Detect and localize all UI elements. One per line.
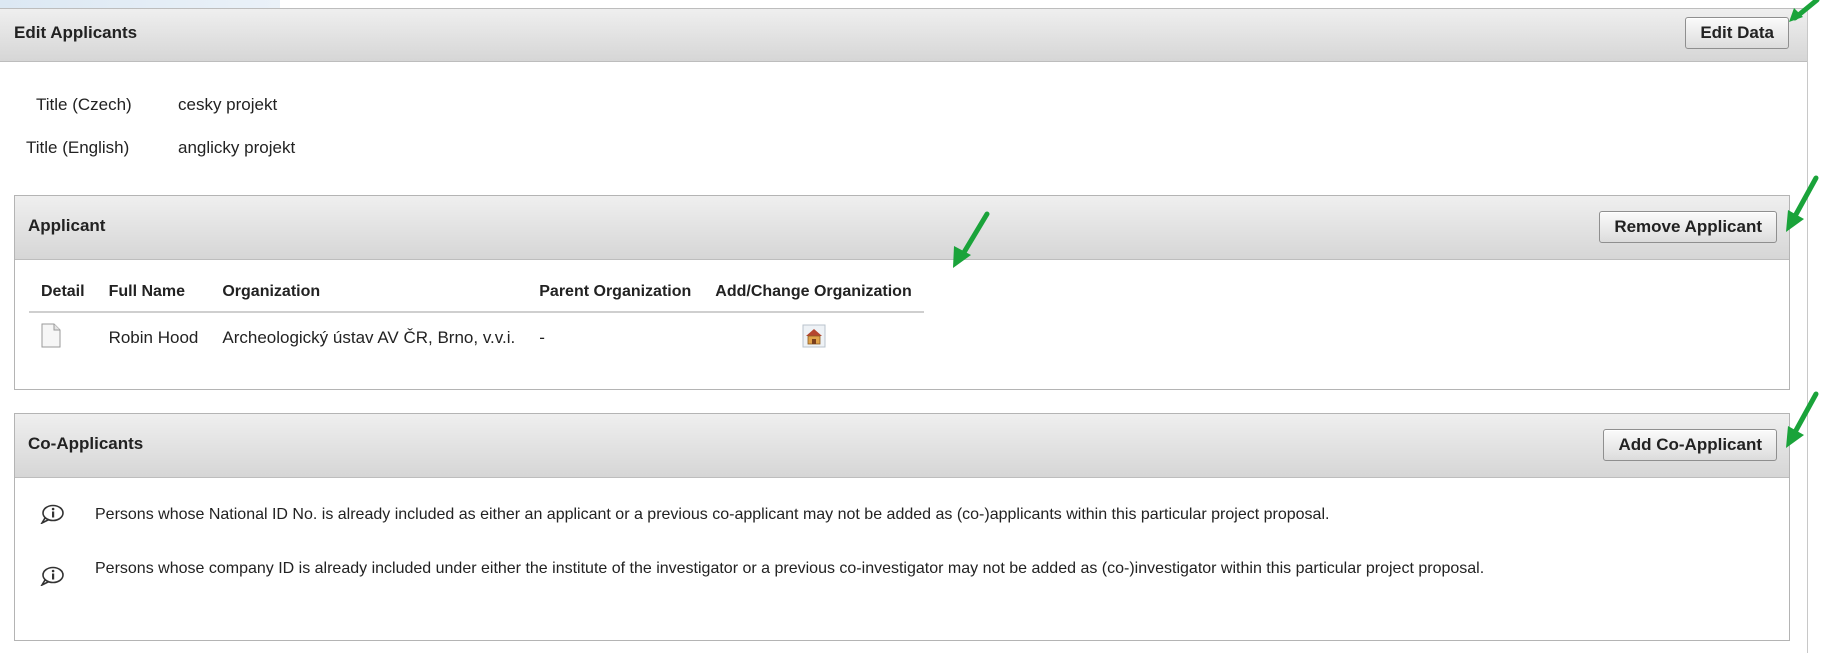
title-czech-value: cesky projekt (178, 95, 278, 114)
annotation-arrow (953, 211, 990, 268)
info-icon (39, 504, 65, 525)
info-note: Persons whose National ID No. is already… (39, 504, 1729, 526)
info-note: Persons whose company ID is already incl… (39, 558, 1729, 587)
info-note-text: Persons whose company ID is already incl… (95, 560, 1485, 577)
annotation-arrow (1786, 175, 1819, 232)
info-note-text: Persons whose National ID No. is already… (95, 506, 1330, 523)
table-row: Robin Hood Archeologický ústav AV ČR, Br… (29, 312, 924, 363)
column-header-full-name: Full Name (96, 273, 211, 313)
title-english-value: anglicky projekt (178, 138, 296, 157)
page-title: Edit Applicants (14, 23, 138, 42)
applicant-panel: Applicant Remove Applicant Detail Full N… (14, 195, 1790, 390)
add-coapplicant-button[interactable]: Add Co-Applicant (1603, 429, 1777, 461)
coapplicants-header-bar: Co-Applicants Add Co-Applicant (15, 414, 1789, 478)
applicant-title: Applicant (28, 216, 106, 235)
detail-cell (29, 312, 97, 363)
full-name-cell: Robin Hood (108, 328, 199, 347)
title-czech-label: Title (Czech) (36, 95, 132, 114)
edit-applicants-container: Edit Applicants Edit Data Title (Czech) … (0, 8, 1808, 653)
parent-organization-cell: - (539, 328, 545, 347)
annotation-arrow (1789, 0, 1820, 22)
organization-house-icon[interactable] (801, 323, 827, 354)
annotation-arrow (1786, 391, 1819, 448)
column-header-add-change-organization: Add/Change Organization (703, 273, 924, 313)
document-icon[interactable] (41, 323, 61, 348)
edit-data-button[interactable]: Edit Data (1685, 17, 1789, 49)
applicant-header-bar: Applicant Remove Applicant (15, 196, 1789, 260)
info-icon (39, 566, 65, 587)
organization-cell: Archeologický ústav AV ČR, Brno, v.v.i. (222, 328, 516, 347)
applicant-table: Detail Full Name Organization Parent Org… (29, 273, 924, 363)
applicant-table-header-row: Detail Full Name Organization Parent Org… (29, 273, 924, 313)
title-english-label: Title (English) (26, 138, 130, 157)
top-decorative-strip (0, 0, 280, 8)
remove-applicant-button[interactable]: Remove Applicant (1599, 211, 1777, 243)
page-header-bar: Edit Applicants Edit Data (0, 8, 1807, 62)
column-header-organization: Organization (210, 273, 528, 313)
coapplicants-panel: Co-Applicants Add Co-Applicant Persons w… (14, 413, 1790, 641)
add-change-organization-cell (703, 312, 923, 363)
coapplicants-title: Co-Applicants (28, 434, 144, 453)
column-header-detail: Detail (29, 273, 97, 313)
column-header-parent-organization: Parent Organization (527, 273, 704, 313)
